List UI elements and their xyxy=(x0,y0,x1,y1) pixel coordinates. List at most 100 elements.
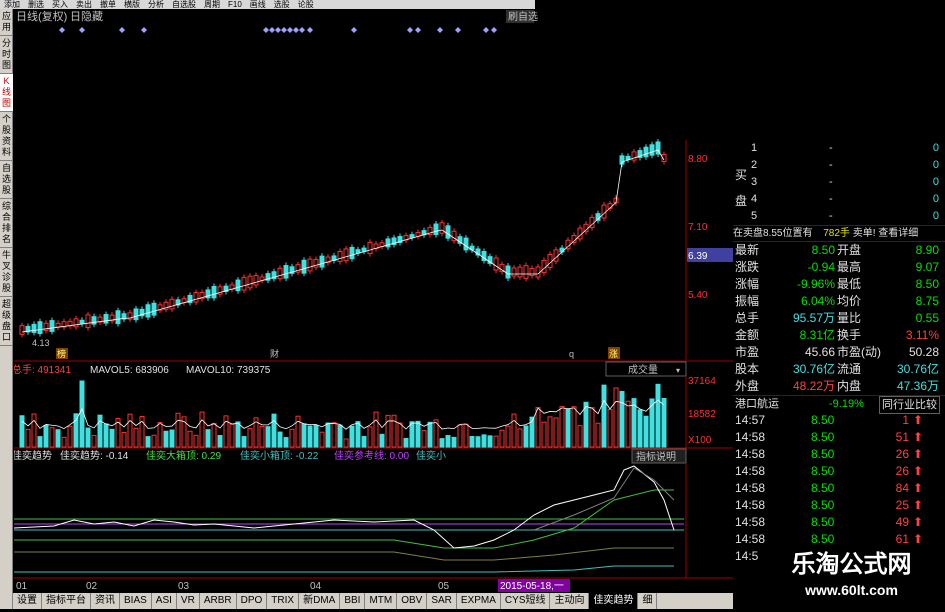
volume-bar xyxy=(463,423,469,448)
chevron-down-icon[interactable]: ▾ xyxy=(676,366,680,375)
left-tab-2[interactable]: K线图 xyxy=(0,74,13,112)
bottom-tab-0[interactable]: 设置 xyxy=(13,593,42,609)
tick-price: 8.50 xyxy=(811,532,835,546)
candle-body xyxy=(37,321,43,334)
left-tab-5[interactable]: 综合排名 xyxy=(0,199,13,248)
candle-body xyxy=(601,204,607,219)
candle-body xyxy=(337,251,343,262)
candle-body xyxy=(91,316,97,325)
bottom-tab-12[interactable]: OBV xyxy=(397,593,428,609)
volume-bar xyxy=(493,435,499,448)
bottom-tab-2[interactable]: 资讯 xyxy=(91,593,120,609)
candle-body xyxy=(643,146,649,158)
price-tick-2: 7.10 xyxy=(688,222,708,233)
bottom-tab-3[interactable]: BIAS xyxy=(120,593,152,609)
volume-bar xyxy=(619,390,625,448)
stat-row: 股本 30.76亿 流通 30.76亿 xyxy=(733,361,945,378)
volume-bar xyxy=(301,423,307,448)
volume-bar xyxy=(43,424,49,448)
detail-link[interactable]: 查看详细 xyxy=(878,228,918,239)
tick-row: 14:57 8.50 1 ⬆ xyxy=(733,412,945,429)
tick-qty: 61 xyxy=(895,532,909,546)
tick-time: 14:58 xyxy=(735,481,766,495)
candle-body xyxy=(493,257,499,271)
bottom-tab-13[interactable]: SAR xyxy=(427,593,457,609)
buy-dash: - xyxy=(829,210,833,222)
x-tick-4: 04 xyxy=(310,581,322,592)
volume-bar xyxy=(523,425,529,448)
volume-bar xyxy=(607,409,613,448)
left-tab-3[interactable]: 个股资料 xyxy=(0,112,13,161)
candle-body xyxy=(73,318,79,328)
bottom-tab-14[interactable]: EXPMA xyxy=(457,593,501,609)
volume-bar xyxy=(145,436,151,448)
sell-button[interactable]: 卖单 xyxy=(853,228,873,239)
candle-body xyxy=(463,237,469,251)
candle-body xyxy=(553,249,559,262)
stat-value: 8.50 xyxy=(811,243,835,257)
bottom-tab-5[interactable]: VR xyxy=(177,593,200,609)
left-tab-7[interactable]: 超级盘口 xyxy=(0,297,13,346)
tick-time: 14:58 xyxy=(735,447,766,461)
volume-bar xyxy=(625,400,631,448)
bottom-tab-18[interactable]: 细 xyxy=(638,593,658,609)
candle-body xyxy=(367,241,373,255)
candle-body xyxy=(583,223,589,233)
event-diamond-icon xyxy=(293,27,299,33)
stat-value-2: 8.90 xyxy=(915,243,939,257)
candle-body xyxy=(103,314,109,324)
event-diamonds xyxy=(59,27,497,33)
bottom-tab-bar: 设置 指标平台 资讯 BIAS ASI VR ARBR DPO TRIX 新DMA BBI MTM OB… xyxy=(13,593,733,609)
left-tab-4[interactable]: 自选股 xyxy=(0,161,13,199)
bottom-tab-1[interactable]: 指标平台 xyxy=(42,593,91,609)
candle-body xyxy=(31,323,37,333)
candle-body xyxy=(433,223,439,236)
bottom-tab-11[interactable]: MTM xyxy=(365,593,398,609)
tick-time: 14:58 xyxy=(735,515,766,529)
refresh-label: 刷自选 xyxy=(508,10,538,23)
bottom-tab-16[interactable]: 主动向 xyxy=(550,593,590,609)
indicator-value-5: 佳奕小 xyxy=(416,449,446,462)
bottom-tab-4[interactable]: ASI xyxy=(152,593,177,609)
candle-body xyxy=(79,319,85,325)
volume-bar xyxy=(469,435,475,448)
event-diamond-icon xyxy=(287,27,293,33)
volume-bar xyxy=(553,417,559,448)
bottom-tab-7[interactable]: DPO xyxy=(237,593,268,609)
volume-axis-top: 37164 xyxy=(688,376,716,387)
tick-time: 14:58 xyxy=(735,532,766,546)
buy-dash: - xyxy=(829,176,833,188)
volume-bar xyxy=(193,434,199,448)
tick-row: 14:58 8.50 25 ⬆ xyxy=(733,497,945,514)
buy-row: 1 - 0 xyxy=(733,140,945,157)
left-tab-6[interactable]: 牛叉诊股 xyxy=(0,248,13,297)
volume-bar xyxy=(475,436,481,448)
volume-bar xyxy=(373,411,379,448)
tick-price: 8.50 xyxy=(811,430,835,444)
stat-key: 振幅 xyxy=(735,294,760,308)
bottom-tab-6[interactable]: ARBR xyxy=(200,593,237,609)
bottom-tab-8[interactable]: TRIX xyxy=(267,593,300,609)
candle-body xyxy=(277,267,283,280)
left-tab-0[interactable]: 应用 xyxy=(0,9,13,36)
volume-bar xyxy=(661,397,667,448)
tick-price: 8.50 xyxy=(811,515,835,529)
volume-bar xyxy=(91,434,97,448)
bottom-tab-9[interactable]: 新DMA xyxy=(299,593,341,609)
bottom-tab-17[interactable]: 佳奕趋势 xyxy=(589,593,639,609)
volume-bar xyxy=(355,421,361,448)
price-tick-4: 5.40 xyxy=(688,290,708,301)
mavol10-value: MAVOL10: 739375 xyxy=(186,365,271,376)
bottom-tab-10[interactable]: BBI xyxy=(340,593,366,609)
stat-key: 股本 xyxy=(735,362,760,376)
volume-bar xyxy=(259,425,265,448)
candle-body xyxy=(307,258,313,272)
left-tab-1[interactable]: 分时图 xyxy=(0,36,13,74)
stat-value: 45.66 xyxy=(804,345,835,359)
stat-key-2: 量比 xyxy=(837,311,862,325)
bottom-tab-15[interactable]: CYS短线 xyxy=(501,593,551,609)
sector-name[interactable]: 港口航运 xyxy=(735,396,779,412)
left-sidebar: 应用 分时图 K线图 个股资料 自选股 综合排名 牛叉诊股 超级盘口 xyxy=(0,9,13,609)
event-badge-2: 财 xyxy=(270,348,279,359)
volume-bar xyxy=(289,428,295,448)
